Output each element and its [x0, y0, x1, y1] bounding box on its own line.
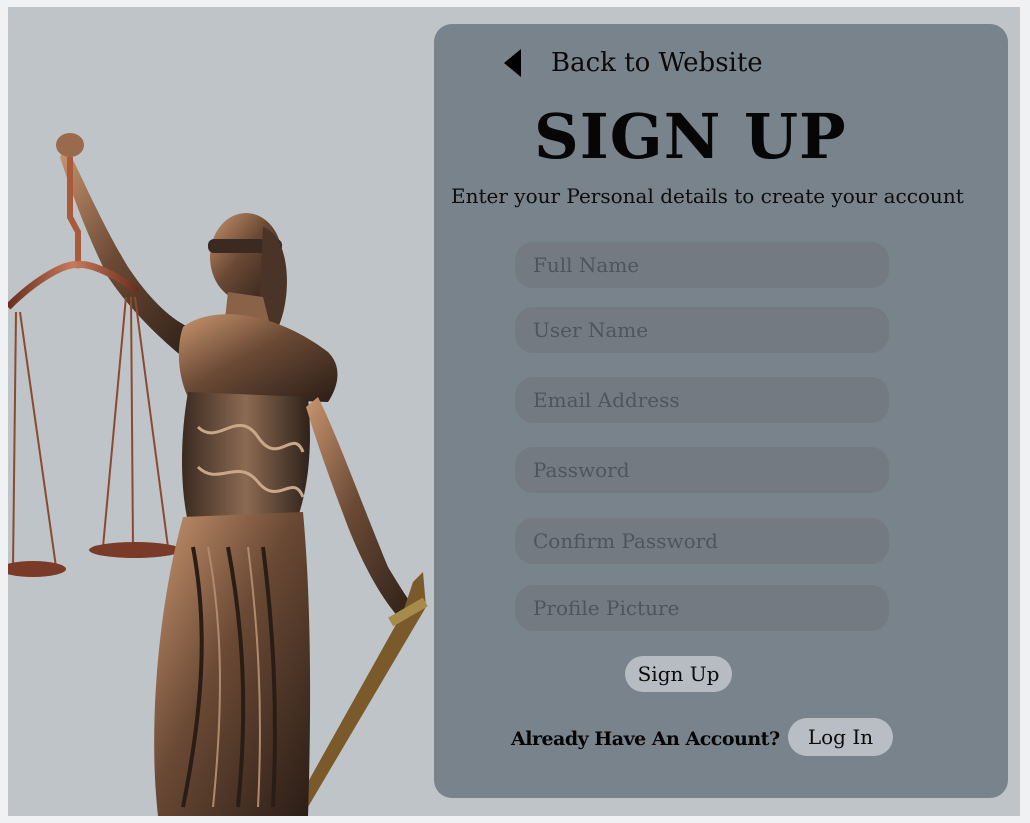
back-to-website-link[interactable]: Back to Website [504, 48, 763, 78]
confirm-password-input[interactable] [515, 518, 889, 564]
page-frame: Back to Website SIGN UP Enter your Perso… [8, 7, 1020, 816]
lady-justice-statue-image [8, 133, 428, 816]
full-name-input[interactable] [515, 242, 889, 288]
password-input[interactable] [515, 447, 889, 493]
user-name-input[interactable] [515, 307, 889, 353]
log-in-button[interactable]: Log In [788, 718, 893, 756]
already-have-account-text: Already Have An Account? [511, 728, 780, 750]
page-title: SIGN UP [534, 100, 847, 173]
sign-up-button[interactable]: Sign Up [625, 656, 732, 692]
profile-picture-input[interactable] [515, 585, 889, 631]
email-address-input[interactable] [515, 377, 889, 423]
signup-card: Back to Website SIGN UP Enter your Perso… [434, 24, 1008, 798]
back-to-website-label[interactable]: Back to Website [551, 48, 763, 78]
page-subtitle: Enter your Personal details to create yo… [451, 184, 964, 208]
triangle-left-icon[interactable] [504, 49, 521, 77]
